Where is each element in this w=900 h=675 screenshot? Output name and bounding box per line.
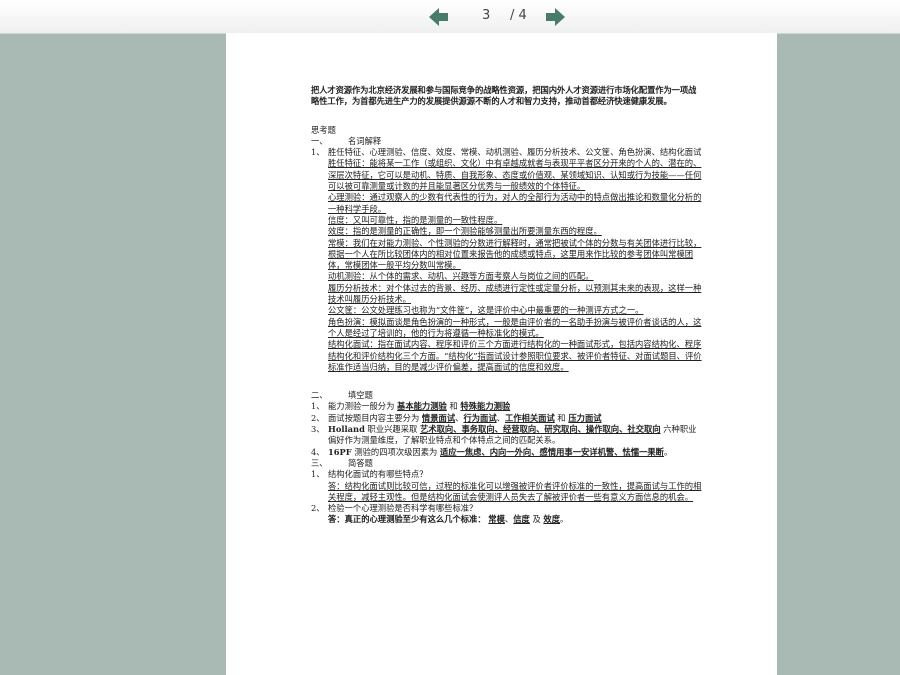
- page-content: 把人才资源作为北京经济发展和参与国际竞争的战略性资源，把国内外人才资源进行市场化…: [311, 85, 703, 526]
- qa-answer-term: 信度: [513, 514, 530, 525]
- fill-connector: 和: [557, 412, 566, 423]
- qa-number: 1、: [311, 469, 325, 480]
- qa-answer-term: 常模: [488, 514, 505, 525]
- qa-answer: 答：结构化面试则比较可信，过程的标准化可以增强被评价者评价标准的一致性，提高面试…: [328, 480, 702, 502]
- qa-item: 1、 结构化面试的有哪些特点？ 答：结构化面试则比较可信，过程的标准化可以增强被…: [311, 469, 703, 503]
- fill-suffix: 。: [663, 446, 673, 457]
- fill-answer: 特殊能力测验: [460, 401, 511, 412]
- question-text: 胜任特征、心理测验、信度、效度、常模、动机测验、履历分析技术、公文筐、角色扮演、…: [328, 147, 702, 158]
- part-title: 名词解释: [348, 135, 382, 146]
- arrow-left-icon[interactable]: [429, 8, 449, 26]
- fill-item: 4、 16PF 测验的四项次级因素为 适应一焦虑、内向一外向、感情用事一安详机警…: [311, 447, 703, 458]
- qa-question: 检验一个心理测验是否科学有哪些标准？: [328, 503, 478, 514]
- fill-answer: 基本能力测验: [397, 401, 447, 412]
- fill-answer: 艺术取向、事务取向、经营取向、研究取向、操作取向、社交取向: [419, 424, 661, 435]
- fill-prefix: Holland: [328, 424, 365, 435]
- section-title: 思考题: [311, 124, 336, 135]
- current-page-number: 3: [482, 8, 491, 23]
- definition-item: 动机测验：从个体的需求、动机、兴趣等方面考察人与岗位之间的匹配。: [328, 271, 594, 282]
- fill-prefix: 测验的四项次级因素为: [354, 446, 438, 457]
- fill-number: 1、: [311, 401, 325, 412]
- definitions: 胜任特征：能将某一工作（或组织、文化）中有卓越成就者与表现平平者区分开来的个人的…: [311, 158, 703, 373]
- arrow-right-icon[interactable]: [545, 8, 565, 26]
- part-number: 二、: [311, 390, 328, 401]
- fill-number: 3、: [311, 424, 325, 435]
- part-title: 填空题: [348, 390, 373, 401]
- fill-separator: 、: [496, 412, 505, 423]
- fill-answer: 行为面试: [463, 412, 497, 423]
- question-item: 1、 胜任特征、心理测验、信度、效度、常模、动机测验、履历分析技术、公文筐、角色…: [311, 147, 703, 158]
- part-heading: 一、 名词解释: [311, 136, 703, 147]
- question-number: 1、: [311, 147, 325, 158]
- qa-connector: 及: [532, 514, 541, 525]
- qa-question: 结构化面试的有哪些特点？: [328, 469, 428, 480]
- qa-answer: 答：真正的心理测验至少有这么几个标准： 常模、信度 及 效度。: [328, 514, 703, 525]
- pager-toolbar: 3 / 4: [0, 0, 900, 34]
- fill-answer: 适应一焦虑、内向一外向、感情用事一安详机警、怯懦一果断: [439, 446, 664, 457]
- definition-item: 结构化面试：指在面试内容、程序和评价三个方面进行结构化的一种面试形式，包括内容结…: [328, 339, 702, 372]
- definition-item: 信度：又叫可靠性，指的是测量的一致性程度。: [328, 214, 503, 225]
- qa-number: 2、: [311, 503, 325, 514]
- qa-item: 2、 检验一个心理测验是否科学有哪些标准？ 答：真正的心理测验至少有这么几个标准…: [311, 503, 703, 526]
- definition-item: 效度：指的是测量的正确性，即一个测验能够测量出所要测量东西的程度。: [328, 226, 602, 237]
- intro-paragraph: 把人才资源作为北京经济发展和参与国际竞争的战略性资源，把国内外人才资源进行市场化…: [311, 85, 697, 107]
- fill-item: 3、 Holland 职业兴趣采取 艺术取向、事务取向、经营取向、研究取向、操作…: [311, 424, 703, 447]
- fill-prefix: 面试按题目内容主要分为: [328, 412, 420, 423]
- definition-item: 心理测验：通过观察人的少数有代表性的行为，对人的全部行为活动中的特点做出推论和数…: [328, 192, 702, 214]
- document-page: 把人才资源作为北京经济发展和参与国际竞争的战略性资源，把国内外人才资源进行市场化…: [226, 33, 777, 675]
- fill-answer: 情景面试: [421, 412, 456, 423]
- fill-connector: 和: [449, 401, 458, 412]
- qa-answer-term: 效度: [543, 514, 561, 525]
- definition-item: 角色扮演：模拟面谈是角色扮演的一种形式，一般是由评价者的一名助手扮演与被评价者谈…: [328, 316, 702, 338]
- part-number: 三、: [311, 457, 328, 468]
- definition-item: 常模：我们在对能力测验、个性测验的分数进行解释时，通常把被试个体的分数与有关团体…: [328, 237, 702, 271]
- fill-answer: 压力面试: [568, 412, 602, 423]
- definition-item: 胜任特征：能将某一工作（或组织、文化）中有卓越成就者与表现平平者区分开来的个人的…: [328, 158, 702, 192]
- fill-number: 2、: [311, 412, 325, 423]
- qa-answer-prefix: 答：真正的心理测验至少有这么几个标准：: [328, 514, 486, 525]
- definition-item: 公文筐：公文处理练习也称为“文件筐”，这是评价中心中最重要的一种测评方式之一。: [328, 305, 644, 316]
- fill-prefix: 职业兴趣采取: [367, 424, 418, 435]
- qa-separator: 、: [504, 514, 514, 525]
- fill-item: 2、 面试按题目内容主要分为 情景面试、行为面试、工作相关面试 和 压力面试: [311, 413, 703, 424]
- fill-number: 4、: [311, 446, 325, 457]
- fill-prefix: 能力测验一般分为: [328, 401, 395, 412]
- qa-end: 。: [560, 514, 569, 525]
- part-title: 简答题: [348, 457, 373, 468]
- fill-answer: 工作相关面试: [504, 412, 555, 423]
- part-heading: 三、 简答题: [311, 458, 703, 469]
- part-number: 一、: [311, 135, 328, 146]
- total-pages: / 4: [510, 8, 527, 23]
- fill-prefix: 16PF: [328, 446, 352, 457]
- definition-item: 履历分析技术：对个体过去的背景、经历、成绩进行定性或定量分析，以预测其未来的表现…: [328, 282, 702, 305]
- part-heading: 二、 填空题: [311, 390, 703, 401]
- fill-item: 1、 能力测验一般分为 基本能力测验 和 特殊能力测验: [311, 401, 703, 412]
